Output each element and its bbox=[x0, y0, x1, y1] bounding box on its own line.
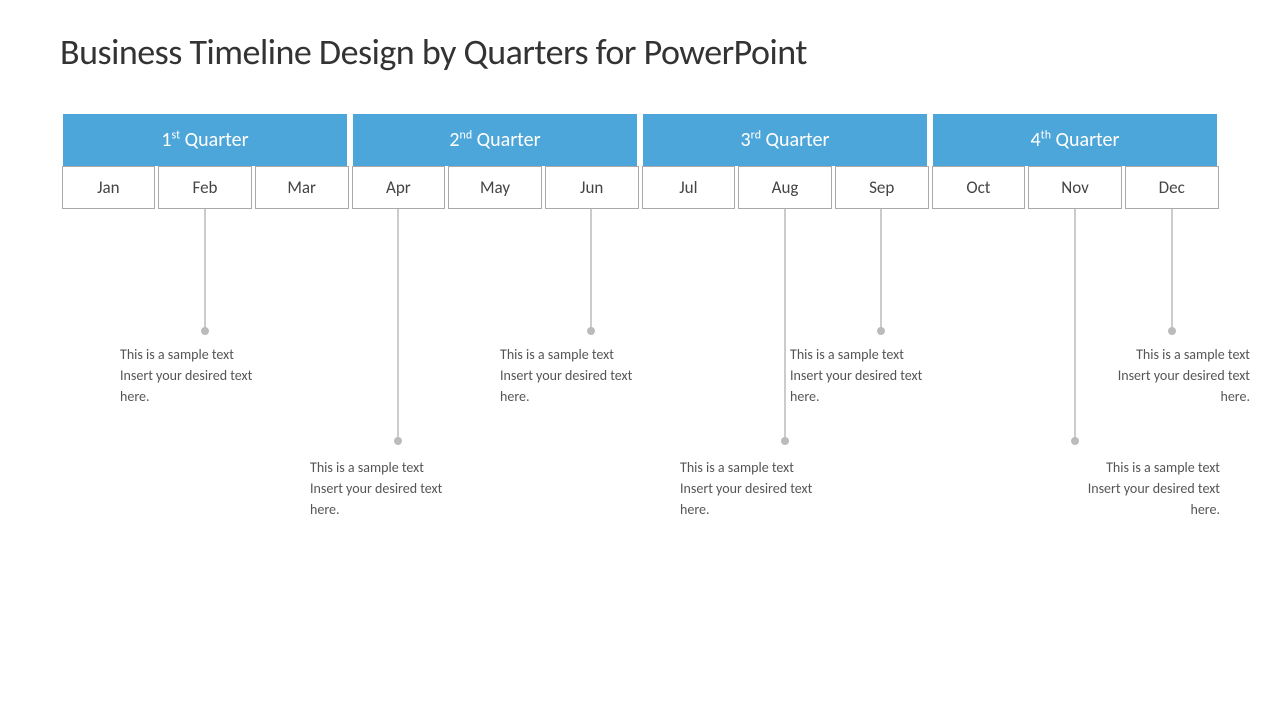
month-oct: Oct bbox=[932, 166, 1026, 209]
months-row: Jan Feb Mar Apr May Jun Jul Aug Sep Oct … bbox=[60, 166, 1220, 209]
text-box-4: This is a sample textInsert your desired… bbox=[680, 457, 880, 520]
text-box-6: This is a sample textInsert your desired… bbox=[980, 457, 1220, 520]
slide: Business Timeline Design by Quarters for… bbox=[0, 0, 1280, 720]
month-jan: Jan bbox=[62, 166, 156, 209]
month-apr: Apr bbox=[352, 166, 446, 209]
quarter-4: 4th Quarter bbox=[933, 114, 1217, 166]
page-title: Business Timeline Design by Quarters for… bbox=[60, 30, 1220, 74]
month-jul: Jul bbox=[642, 166, 736, 209]
text-box-3: This is a sample textInsert your desired… bbox=[500, 344, 700, 407]
quarter-1: 1st Quarter bbox=[63, 114, 347, 166]
text-box-2: This is a sample textInsert your desired… bbox=[310, 457, 510, 520]
q1-label: 1st Quarter bbox=[161, 128, 248, 152]
month-feb: Feb bbox=[158, 166, 252, 209]
text-box-7: This is a sample textInsert your desired… bbox=[1050, 344, 1250, 407]
month-aug: Aug bbox=[738, 166, 832, 209]
quarter-2: 2nd Quarter bbox=[353, 114, 637, 166]
quarter-3: 3rd Quarter bbox=[643, 114, 927, 166]
quarters-row: 1st Quarter 2nd Quarter 3rd Quarter 4th … bbox=[60, 114, 1220, 166]
q2-label: 2nd Quarter bbox=[449, 128, 540, 152]
month-dec: Dec bbox=[1125, 166, 1219, 209]
month-sep: Sep bbox=[835, 166, 929, 209]
timeline-container: 1st Quarter 2nd Quarter 3rd Quarter 4th … bbox=[60, 114, 1220, 539]
month-jun: Jun bbox=[545, 166, 639, 209]
text-box-5: This is a sample textInsert your desired… bbox=[790, 344, 990, 407]
text-box-1: This is a sample textInsert your desired… bbox=[120, 344, 320, 407]
month-may: May bbox=[448, 166, 542, 209]
q4-label: 4th Quarter bbox=[1031, 128, 1120, 152]
q3-label: 3rd Quarter bbox=[741, 128, 830, 152]
month-nov: Nov bbox=[1028, 166, 1122, 209]
month-mar: Mar bbox=[255, 166, 349, 209]
timeline-lines: This is a sample textInsert your desired… bbox=[60, 209, 1220, 539]
